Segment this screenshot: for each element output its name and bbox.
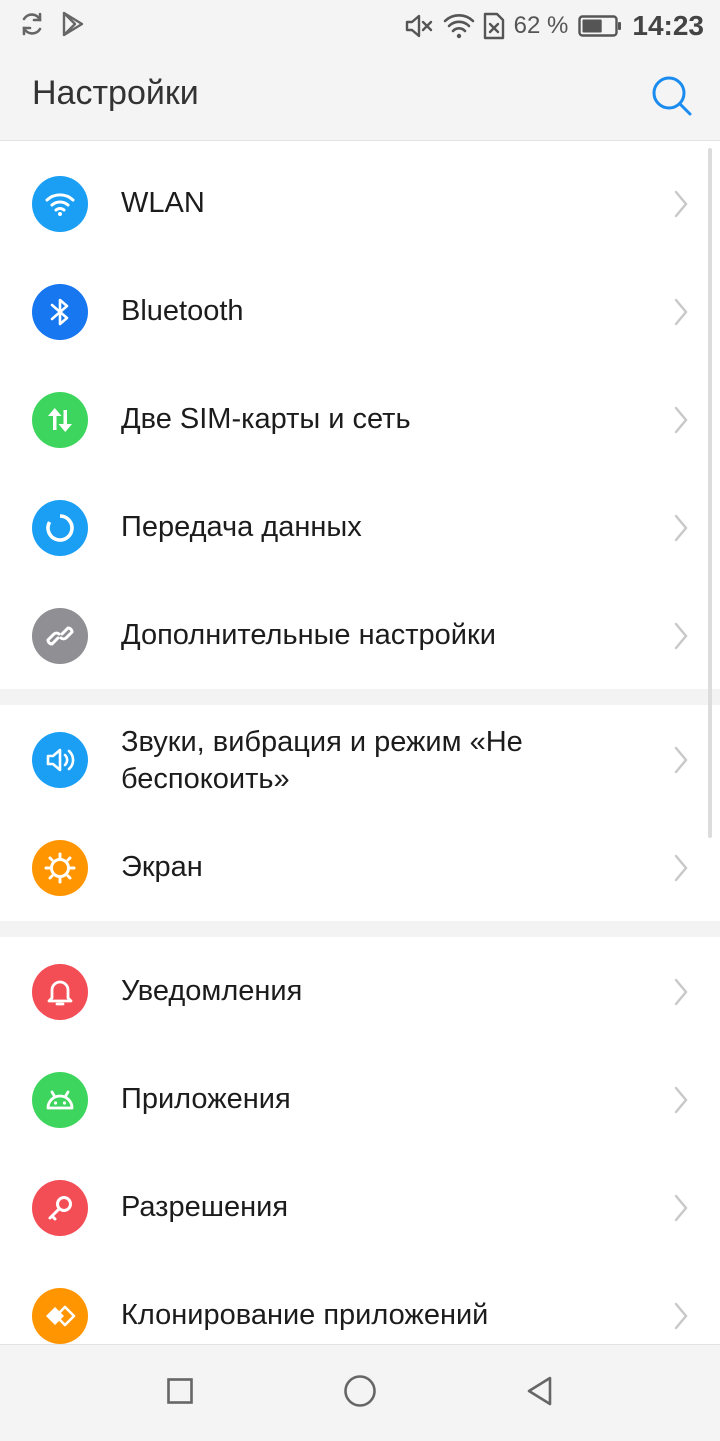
chevron-right-icon	[674, 854, 688, 882]
mute-icon	[404, 11, 434, 41]
settings-item-label: WLAN	[121, 187, 205, 219]
settings-item-label: Bluetooth	[121, 295, 244, 327]
wifi-icon	[32, 176, 88, 232]
settings-item-wlan[interactable]: WLAN	[0, 150, 720, 258]
chevron-right-icon	[674, 1302, 688, 1330]
app-bar: Настройки	[0, 52, 720, 141]
settings-item-apps[interactable]: Приложения	[0, 1046, 720, 1154]
back-triangle-icon	[525, 1375, 555, 1412]
clock: 14:23	[632, 10, 704, 41]
chevron-right-icon	[674, 514, 688, 542]
bluetooth-icon	[32, 284, 88, 340]
android-icon	[32, 1072, 88, 1128]
status-bar: 62 % 14:23	[0, 0, 720, 52]
chevron-right-icon	[674, 622, 688, 650]
settings-item-label: Дополнительные настройки	[121, 619, 496, 651]
chevron-right-icon	[674, 1086, 688, 1114]
settings-item-label: Приложения	[121, 1083, 291, 1115]
search-icon	[650, 76, 694, 122]
play-store-icon	[60, 10, 86, 43]
status-right-icons: 62 % 14:23	[404, 8, 704, 44]
settings-item-display[interactable]: Экран	[0, 814, 720, 922]
brightness-icon	[32, 840, 88, 896]
settings-item-label: Клонирование приложений	[121, 1299, 489, 1331]
back-button[interactable]	[520, 1373, 560, 1413]
navigation-bar	[0, 1344, 720, 1441]
settings-item-label: Две SIM-карты и сеть	[121, 403, 411, 435]
chevron-right-icon	[674, 1194, 688, 1222]
settings-item-sim-network[interactable]: Две SIM-карты и сеть	[0, 366, 720, 474]
chevron-right-icon	[674, 298, 688, 326]
settings-item-label: Разрешения	[121, 1191, 289, 1223]
chevron-right-icon	[674, 406, 688, 434]
home-circle-icon	[343, 1374, 377, 1413]
sync-icon	[18, 10, 46, 43]
recents-button[interactable]	[160, 1373, 200, 1413]
mobile-data-icon	[32, 392, 88, 448]
settings-item-notifications[interactable]: Уведомления	[0, 938, 720, 1046]
speaker-icon	[32, 732, 88, 788]
wifi-icon	[442, 11, 476, 41]
settings-item-data-usage[interactable]: Передача данных	[0, 474, 720, 582]
battery-fill	[582, 19, 603, 33]
data-usage-icon	[32, 500, 88, 556]
link-icon	[32, 608, 88, 664]
recents-square-icon	[166, 1377, 194, 1410]
no-sim-icon	[482, 11, 506, 41]
home-button[interactable]	[340, 1373, 380, 1413]
section-divider	[0, 689, 720, 705]
page-title: Настройки	[32, 74, 199, 112]
settings-item-label: Передача данных	[121, 511, 362, 543]
settings-item-label: Уведомления	[121, 975, 303, 1007]
chevron-right-icon	[674, 190, 688, 218]
settings-item-label: Экран	[121, 851, 203, 883]
scrollbar[interactable]	[708, 148, 712, 838]
bell-icon	[32, 964, 88, 1020]
battery-icon	[578, 14, 622, 38]
settings-item-label: Звуки, вибрация и режим «Не беспокоить»	[121, 726, 523, 795]
settings-item-advanced[interactable]: Дополнительные настройки	[0, 582, 720, 690]
key-icon	[32, 1180, 88, 1236]
section-divider	[0, 921, 720, 937]
settings-item-permissions[interactable]: Разрешения	[0, 1154, 720, 1262]
clone-icon	[32, 1288, 88, 1344]
settings-item-bluetooth[interactable]: Bluetooth	[0, 258, 720, 366]
battery-percent: 62 %	[513, 12, 569, 39]
chevron-right-icon	[674, 978, 688, 1006]
settings-list: WLAN Bluetooth Две SIM-карты и сеть Пере…	[0, 141, 720, 1344]
status-left-icons	[18, 10, 86, 42]
search-button[interactable]	[650, 74, 694, 118]
settings-item-app-clone[interactable]: Клонирование приложений	[0, 1262, 720, 1344]
chevron-right-icon	[674, 746, 688, 774]
